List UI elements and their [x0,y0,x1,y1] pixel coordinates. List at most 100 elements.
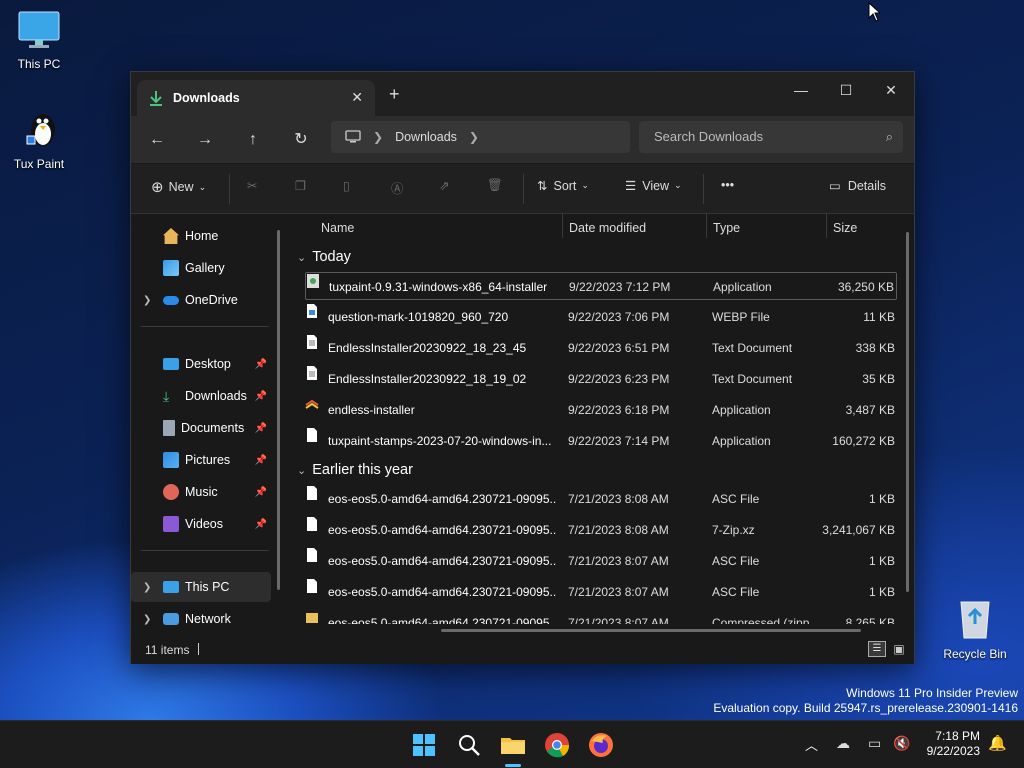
file-date: 9/22/2023 6:18 PM [568,403,670,417]
breadcrumb-downloads[interactable]: Downloads [395,130,457,144]
column-header-size[interactable]: Size [833,214,857,242]
more-options-button[interactable]: ••• [721,178,734,192]
sidebar-item-network[interactable]: ❯ Network [131,604,271,634]
sort-button[interactable]: ⇅ Sort ⌄ [537,178,589,194]
view-button[interactable]: ☰ View ⌄ [625,178,682,194]
onedrive-tray-icon[interactable]: ☁ [836,735,850,752]
close-window-button[interactable]: ✕ [871,76,911,104]
text-file-icon [307,366,317,380]
zip-folder-icon [306,613,318,623]
table-row[interactable]: eos-eos5.0-amd64-amd64.230721-09095... 7… [305,516,897,544]
sort-arrows-icon: ⇅ [537,179,548,193]
network-tray-icon[interactable]: ▭ [868,735,881,752]
delete-button[interactable]: 🗑 [487,178,503,193]
sidebar-item-home[interactable]: Home [131,221,271,251]
file-type: Text Document [712,341,793,355]
group-header-today[interactable]: ⌄ Today [297,249,351,265]
column-header-name[interactable]: Name [321,214,354,242]
pin-icon: 📌 [254,390,267,402]
firefox-taskbar-button[interactable] [587,731,615,759]
table-row[interactable]: tuxpaint-0.9.31-windows-x86_64-installer… [305,272,897,300]
table-row[interactable]: EndlessInstaller20230922_18_19_02 9/22/2… [305,365,897,393]
cut-button[interactable]: ✂ [247,178,257,193]
desktop-icon-this-pc[interactable]: This PC [3,10,75,71]
file-icon [307,548,317,562]
sidebar-item-downloads[interactable]: ⤓ Downloads 📌 [131,381,271,411]
notification-bell-icon[interactable]: 🔔 [988,734,1007,752]
taskbar: ︿ ☁ ▭ 🔇 7:18 PM 9/22/2023 🔔 [0,720,1024,768]
details-label: Details [847,178,887,193]
maximize-button[interactable]: ☐ [826,76,866,104]
file-list-horizontal-scrollbar[interactable] [441,629,861,632]
chevron-right-icon: ❯ [373,130,384,144]
sidebar-item-documents[interactable]: Documents 📌 [131,413,271,443]
sidebar-item-music[interactable]: Music 📌 [131,477,271,507]
search-button[interactable] [455,731,483,759]
desktop-icon-tux-paint[interactable]: Tux Paint [3,108,75,171]
search-input[interactable]: Search Downloads ⌕ [639,121,903,153]
clock[interactable]: 7:18 PM 9/22/2023 [927,729,980,759]
up-arrow-icon[interactable]: ↑ [240,128,266,152]
table-row[interactable]: eos-eos5.0-amd64-amd64.230721-09095... 7… [305,609,897,624]
sidebar-item-onedrive[interactable]: ❯ OneDrive [131,285,271,315]
sidebar-item-gallery[interactable]: Gallery [131,253,271,283]
navigation-pane: Home Gallery ❯ OneDrive Desktop 📌 ⤓ Down… [131,214,283,634]
close-tab-icon[interactable]: ✕ [351,89,363,106]
start-button[interactable] [410,731,438,759]
table-row[interactable]: eos-eos5.0-amd64-amd64.230721-09095... 7… [305,485,897,513]
rename-button[interactable]: Ⓐ [391,178,404,197]
sidebar-item-this-pc[interactable]: ❯ This PC [131,572,271,602]
tab-downloads[interactable]: Downloads ✕ [137,80,375,116]
sidebar-item-pictures[interactable]: Pictures 📌 [131,445,271,475]
back-arrow-icon[interactable]: ← [144,128,170,152]
chrome-taskbar-button[interactable] [543,731,571,759]
table-row[interactable]: question-mark-1019820_960_720 9/22/2023 … [305,303,897,331]
details-view-icon[interactable]: ☰ [868,641,886,657]
new-button[interactable]: ⊕ New ⌄ [151,178,206,196]
address-field[interactable]: ❯ Downloads ❯ [331,121,630,153]
volume-muted-icon[interactable]: 🔇 [893,735,910,752]
file-icon [307,486,317,500]
desktop-folder-icon [163,358,179,370]
forward-arrow-icon[interactable]: → [192,128,218,152]
status-bar: 11 items ☰ ▣ [131,634,914,664]
chevron-right-icon[interactable]: ❯ [143,582,151,593]
desktop-icon-label: Tux Paint [13,157,65,171]
tiles-view-icon[interactable]: ▣ [891,641,907,657]
sidebar-item-desktop[interactable]: Desktop 📌 [131,349,271,379]
table-row[interactable]: EndlessInstaller20230922_18_23_45 9/22/2… [305,334,897,362]
desktop-icon-recycle-bin[interactable]: Recycle Bin [939,596,1011,661]
chevron-right-icon[interactable]: ❯ [143,295,151,306]
table-row[interactable]: eos-eos5.0-amd64-amd64.230721-09095... 7… [305,547,897,575]
column-divider[interactable] [706,214,707,238]
sidebar-item-label: Music [185,485,218,499]
chevron-right-icon[interactable]: ❯ [143,614,151,625]
new-label: New [168,180,194,194]
sidebar-item-videos[interactable]: Videos 📌 [131,509,271,539]
details-pane-button[interactable]: ▭ Details [829,178,887,194]
refresh-icon[interactable]: ↻ [288,128,314,152]
file-explorer-taskbar-button[interactable] [499,731,527,767]
file-list-vertical-scrollbar[interactable] [906,232,909,592]
sidebar-item-label: Gallery [185,261,225,275]
file-size: 35 KB [862,372,895,386]
column-header-date-modified[interactable]: Date modified [569,214,646,242]
new-tab-button[interactable]: + [389,84,400,105]
sidebar-item-label: Documents [181,421,245,435]
paste-button[interactable]: ▯ [343,178,350,193]
column-divider[interactable] [826,214,827,238]
copy-button[interactable]: ❐ [295,178,306,193]
share-button[interactable]: ⇗ [439,178,449,193]
column-header-type[interactable]: Type [713,214,740,242]
file-size: 160,272 KB [832,434,895,448]
table-row[interactable]: endless-installer 9/22/2023 6:18 PM Appl… [305,396,897,424]
clock-date: 9/22/2023 [926,744,980,758]
sidebar-scrollbar[interactable] [277,230,280,590]
table-row[interactable]: eos-eos5.0-amd64-amd64.230721-09095... 7… [305,578,897,606]
home-icon [163,228,179,244]
group-header-earlier-this-year[interactable]: ⌄ Earlier this year [297,462,413,478]
chevron-up-icon[interactable]: ︿ [805,735,818,754]
table-row[interactable]: tuxpaint-stamps-2023-07-20-windows-in...… [305,427,897,455]
column-divider[interactable] [562,214,563,238]
minimize-button[interactable]: — [781,76,821,104]
